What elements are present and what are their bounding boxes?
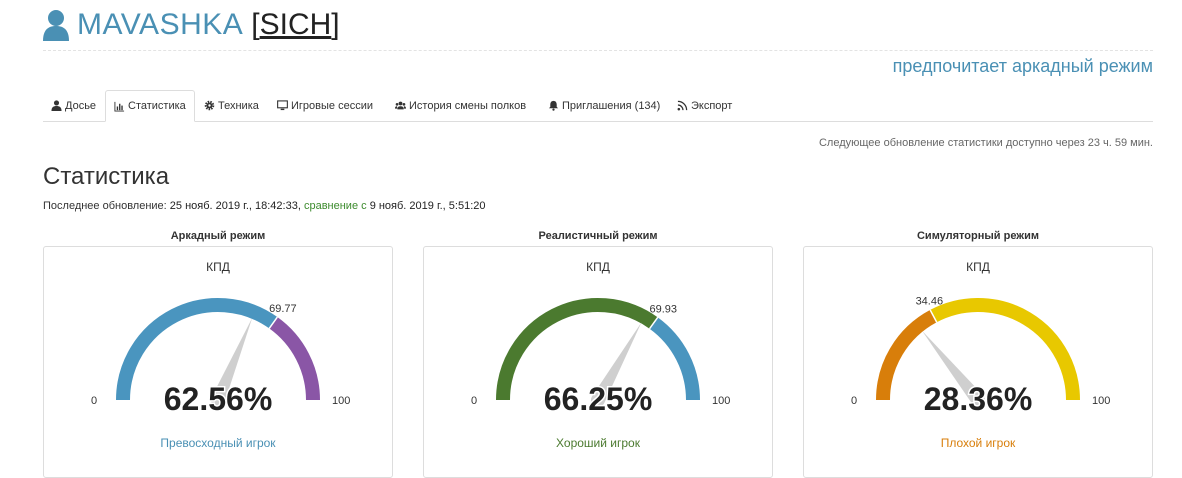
gauge-value: 62.56% (164, 381, 273, 417)
gauge-arc-above-marker (269, 317, 320, 401)
tab-vehicles[interactable]: Техника (196, 90, 267, 121)
gauge-marker-label: 69.77 (269, 303, 297, 315)
next-update-notice: Следующее обновление статистики доступно… (818, 137, 1153, 149)
gear-icon (204, 100, 215, 111)
header-divider (43, 50, 1153, 51)
page-title: Статистика (43, 163, 170, 190)
gauge-panel-arcade: КПД 69.77 0 100 62.56% Превосходный игрок (43, 246, 393, 478)
profile-header: MAVASHKA [SICH] (43, 8, 340, 42)
gauge-min-label: 0 (91, 395, 97, 407)
tab-regiment-history[interactable]: История смены полков (387, 90, 534, 121)
gauge-value: 28.36% (924, 381, 1033, 417)
rss-icon (677, 100, 688, 111)
clan-link[interactable]: SICH (260, 8, 332, 41)
tab-invitations[interactable]: Приглашения (134) (540, 90, 668, 121)
users-icon (395, 101, 406, 110)
gauge-panel-simulator: КПД 34.46 0 100 28.36% Плохой игрок (803, 246, 1153, 478)
user-icon (51, 100, 62, 111)
gauge-panel-realistic: КПД 69.93 0 100 66.25% Хороший игрок (423, 246, 773, 478)
compare-label: сравнение с (303, 200, 367, 212)
gauge-title-realistic: Реалистичный режим (538, 230, 658, 242)
gauge-marker-label: 69.93 (650, 303, 678, 315)
player-rating: Хороший игрок (556, 436, 640, 450)
gauge-title-simulator: Симуляторный режим (916, 230, 1039, 242)
clan-tag: [SICH] (251, 8, 340, 41)
last-update-line: Последнее обновление: 25 нояб. 2019 г., … (43, 200, 486, 212)
gauge-title-arcade: Аркадный режим (170, 230, 266, 242)
gauge-min-label: 0 (471, 395, 477, 407)
mode-preference: предпочитает аркадный режим (892, 56, 1153, 76)
compare-date: 9 нояб. 2019 г., 5:51:20 (369, 200, 486, 212)
gauge-value: 66.25% (544, 381, 653, 417)
gauge-marker-label: 34.46 (916, 296, 944, 308)
tab-dossier[interactable]: Досье (43, 90, 104, 121)
monitor-icon (277, 100, 288, 111)
bell-icon (548, 100, 559, 111)
last-update-date: 25 нояб. 2019 г., 18:42:33, (169, 200, 301, 212)
tab-export[interactable]: Экспорт (669, 90, 740, 121)
chart-icon (114, 101, 125, 112)
gauge-max-label: 100 (332, 395, 350, 407)
player-rating: Превосходный игрок (160, 436, 276, 450)
player-rating: Плохой игрок (940, 436, 1016, 450)
tab-bar: Досье Статистика Техника Игровые сессии … (43, 90, 1153, 122)
tab-statistics[interactable]: Статистика (105, 90, 195, 122)
gauge-max-label: 100 (712, 395, 730, 407)
player-name: MAVASHKA (77, 8, 244, 41)
gauge-min-label: 0 (851, 395, 857, 407)
gauge-arc-above-marker (649, 317, 700, 401)
gauge-max-label: 100 (1092, 395, 1110, 407)
user-icon (43, 10, 69, 41)
tab-game-sessions[interactable]: Игровые сессии (269, 90, 381, 121)
